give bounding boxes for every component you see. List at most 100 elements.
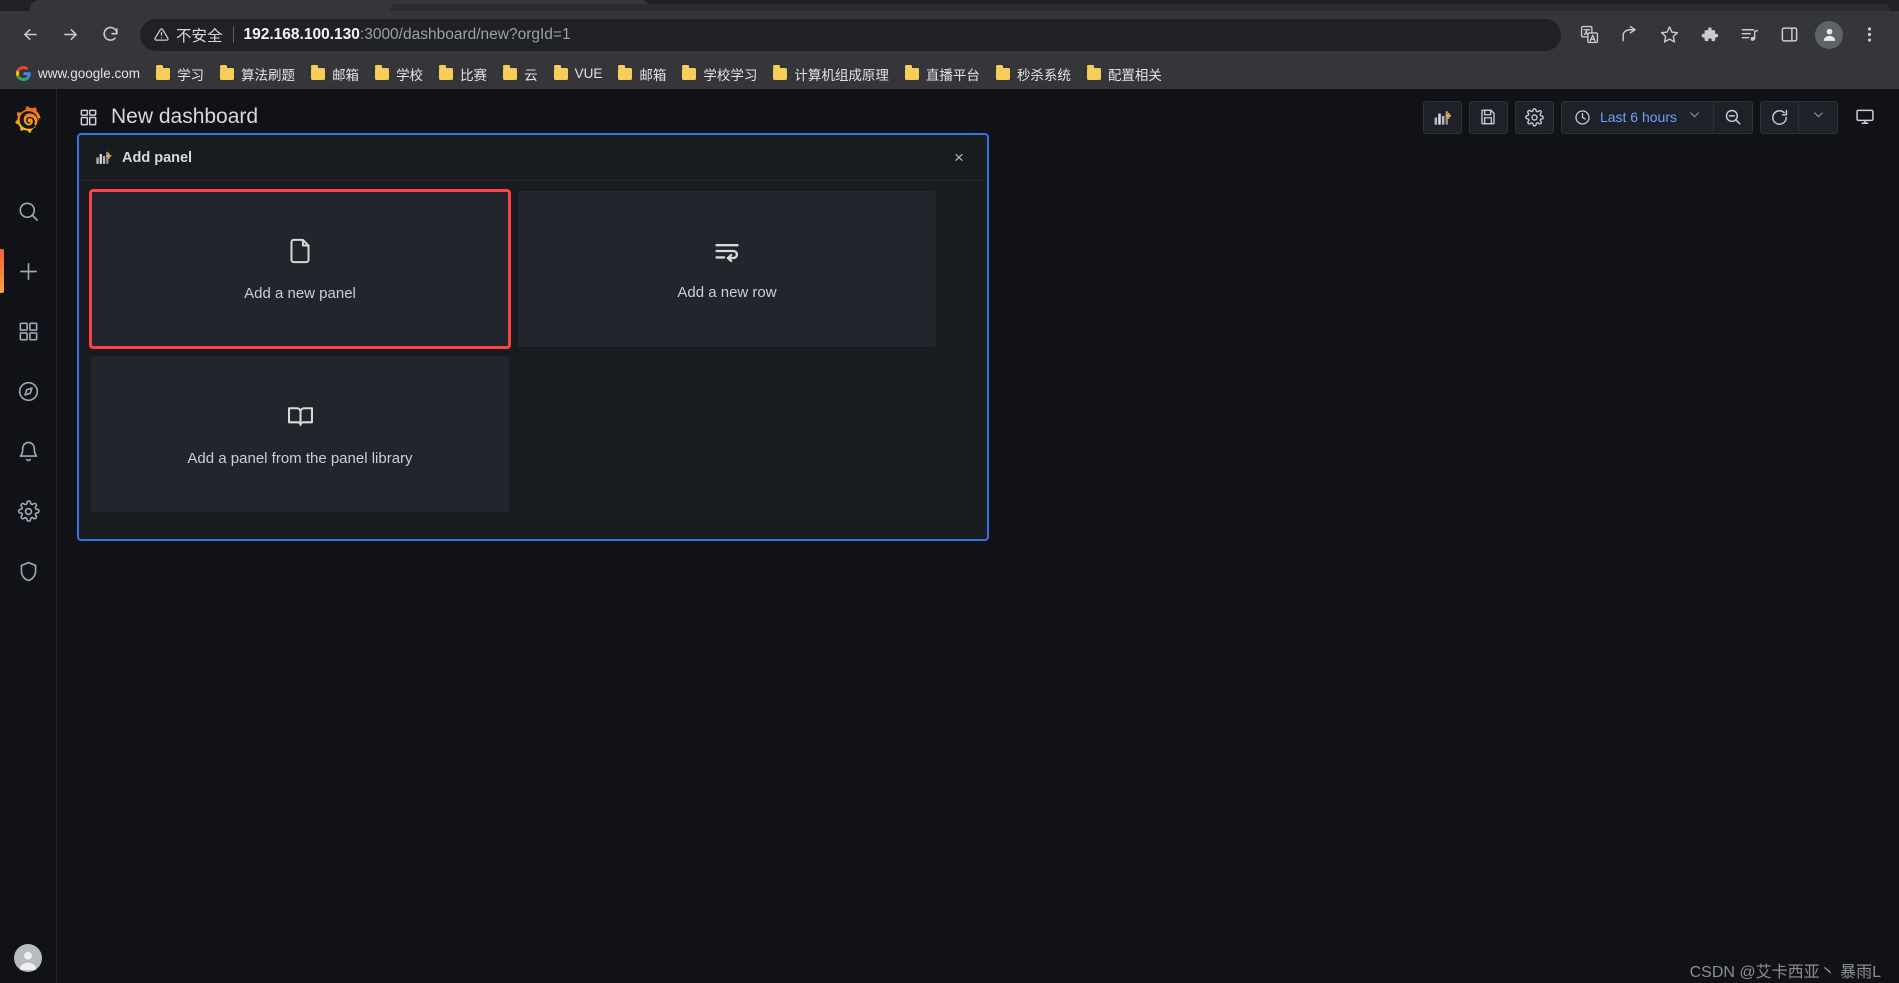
time-range-picker[interactable]: Last 6 hours <box>1560 100 1714 134</box>
url-host: 192.168.100.130 <box>243 25 360 43</box>
folder-icon <box>375 65 390 80</box>
book-icon <box>286 402 315 436</box>
add-panel-icon <box>95 149 112 166</box>
profile-avatar[interactable] <box>1815 20 1843 49</box>
sidebar-item-configuration[interactable] <box>0 481 57 541</box>
bookmark-item[interactable]: 配置相关 <box>1079 62 1170 86</box>
dashboard-content: New dashboard Last 6 hours Add panel × A… <box>57 89 1899 983</box>
watermark: CSDN @艾卡西亚丶 暴雨L <box>1689 964 1881 981</box>
bookmark-label: 学校学习 <box>703 67 758 83</box>
bookmark-item[interactable]: 直播平台 <box>897 62 988 86</box>
bookmark-item[interactable]: 学习 <box>148 62 212 86</box>
bookmark-item[interactable]: 邮箱 <box>610 62 674 86</box>
save-floppy-icon <box>1481 109 1496 125</box>
sidebar-item-dashboards[interactable] <box>0 301 57 361</box>
add-panel-dialog-title: Add panel <box>122 149 193 166</box>
omnibox-divider <box>232 26 234 43</box>
bookmark-item[interactable]: 比赛 <box>431 62 495 86</box>
folder-icon <box>553 65 568 80</box>
reload-button[interactable] <box>93 18 127 52</box>
close-icon[interactable]: × <box>949 148 969 168</box>
grafana-logo[interactable] <box>14 106 42 141</box>
dashboards-grid-icon <box>19 322 37 340</box>
kiosk-mode-button[interactable] <box>1845 101 1885 134</box>
sidebar-item-create[interactable] <box>0 241 57 301</box>
page-title: New dashboard <box>79 105 258 129</box>
warning-triangle-icon <box>154 27 169 42</box>
dashboard-toolbar: Last 6 hours <box>1422 100 1885 134</box>
more-menu-icon[interactable] <box>1852 18 1886 52</box>
bookmark-item[interactable]: 计算机组成原理 <box>765 62 897 86</box>
url-text: 192.168.100.130:3000/dashboard/new?orgId… <box>244 26 571 44</box>
folder-icon <box>618 65 633 80</box>
tab-strip <box>0 0 1899 11</box>
side-panel-icon[interactable] <box>1772 18 1806 52</box>
refresh-controls <box>1760 100 1838 134</box>
add-panel-button[interactable] <box>1422 100 1462 134</box>
refresh-dashboard-button[interactable] <box>1760 100 1799 134</box>
bookmark-item[interactable]: VUE <box>546 62 611 86</box>
folder-icon <box>503 65 518 80</box>
bookmark-label: 算法刷题 <box>241 67 296 83</box>
browser-tab-background[interactable] <box>390 4 1890 11</box>
save-dashboard-button[interactable] <box>1468 100 1508 134</box>
bookmark-label: 学校 <box>396 67 424 83</box>
media-playlist-icon[interactable] <box>1732 18 1766 52</box>
bookmark-item[interactable]: 学校 <box>367 62 431 86</box>
tv-monitor-icon <box>1856 109 1874 124</box>
chevron-down-icon <box>1688 108 1701 126</box>
add-panel-dialog: Add panel × Add a new panel Add a new ro… <box>77 133 989 541</box>
time-range-controls: Last 6 hours <box>1560 100 1753 134</box>
user-avatar[interactable] <box>14 944 42 972</box>
browser-chrome: 不安全 192.168.100.130:3000/dashboard/new?o… <box>0 0 1899 89</box>
back-arrow-icon <box>23 28 37 41</box>
bookmark-label: 云 <box>524 67 538 83</box>
bookmark-item[interactable]: 学校学习 <box>674 62 765 86</box>
refresh-icon <box>1772 109 1788 125</box>
bookmark-label: 学习 <box>177 67 205 83</box>
dashboard-settings-button[interactable] <box>1514 100 1554 134</box>
bookmark-item[interactable]: 邮箱 <box>303 62 367 86</box>
zoom-out-time-button[interactable] <box>1714 100 1753 134</box>
folder-icon <box>995 65 1010 80</box>
url-path: :3000/dashboard/new?orgId=1 <box>359 25 571 43</box>
forward-button[interactable] <box>53 18 87 52</box>
forward-arrow-icon <box>63 28 77 41</box>
translate-icon[interactable] <box>1572 18 1606 52</box>
sidebar-item-server-admin[interactable] <box>0 541 57 601</box>
folder-icon <box>220 65 235 80</box>
add-new-panel-tile[interactable]: Add a new panel <box>89 189 511 349</box>
refresh-interval-picker[interactable] <box>1799 100 1838 134</box>
add-panel-options: Add a new panel Add a new row Add a pane… <box>79 181 987 524</box>
bookmark-item[interactable]: 秒杀系统 <box>988 62 1079 86</box>
bookmark-label: 秒杀系统 <box>1016 67 1071 83</box>
grafana-sidebar <box>0 89 57 983</box>
grafana-app: New dashboard Last 6 hours Add panel × A… <box>0 89 1899 983</box>
shield-icon <box>20 561 36 581</box>
add-panel-from-library-tile[interactable]: Add a panel from the panel library <box>91 356 509 512</box>
back-button[interactable] <box>13 18 47 52</box>
folder-icon <box>1086 65 1101 80</box>
bookmark-label: 直播平台 <box>925 67 980 83</box>
bookmark-item[interactable]: www.google.com <box>8 62 148 86</box>
dashboard-title: New dashboard <box>111 105 259 128</box>
add-new-row-tile[interactable]: Add a new row <box>518 191 936 347</box>
sidebar-item-alerting[interactable] <box>0 421 57 481</box>
bookmark-item[interactable]: 云 <box>495 62 546 86</box>
bookmark-item[interactable]: 算法刷题 <box>212 62 303 86</box>
plus-icon <box>19 262 37 280</box>
sidebar-item-explore[interactable] <box>0 361 57 421</box>
chevron-down-icon <box>1812 108 1825 126</box>
share-icon[interactable] <box>1612 18 1646 52</box>
extensions-puzzle-icon[interactable] <box>1692 18 1726 52</box>
grafana-logo-icon <box>15 106 41 133</box>
navigation-bar: 不安全 192.168.100.130:3000/dashboard/new?o… <box>0 11 1899 58</box>
sidebar-item-search[interactable] <box>0 181 57 241</box>
address-bar[interactable]: 不安全 192.168.100.130:3000/dashboard/new?o… <box>140 18 1561 51</box>
bookmark-star-icon[interactable] <box>1652 18 1686 52</box>
tile-label: Add a new row <box>677 284 777 301</box>
folder-icon <box>682 65 697 80</box>
bookmarks-bar: www.google.com 学习 算法刷题 邮箱 学校 比赛 云 VUE 邮箱 学校学习 计算机组… <box>0 58 1899 89</box>
zoom-out-icon <box>1725 109 1741 125</box>
time-range-label: Last 6 hours <box>1599 109 1677 125</box>
